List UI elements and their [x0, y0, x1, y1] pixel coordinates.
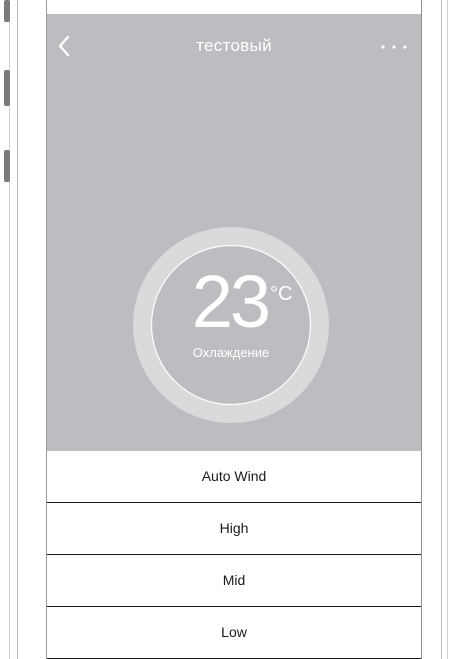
fan-option-low[interactable]: Low [47, 607, 421, 659]
more-button[interactable] [379, 40, 411, 54]
volume-down-button [4, 150, 10, 182]
mode-label: Охлаждение [192, 345, 270, 360]
bezel-line [441, 0, 442, 659]
bezel-line [447, 0, 448, 659]
app-screen: тестовый 23 °C Охлаждение Auto Wind High… [47, 0, 421, 659]
fan-option-high[interactable]: High [47, 503, 421, 555]
phone-frame: тестовый 23 °C Охлаждение Auto Wind High… [0, 0, 452, 659]
back-button[interactable] [53, 32, 77, 60]
volume-up-button [4, 70, 10, 106]
top-bar: тестовый [47, 14, 421, 76]
bezel-line [421, 0, 422, 659]
temperature-value: 23 [191, 260, 271, 343]
side-button [4, 0, 10, 22]
fan-speed-list: Auto Wind High Mid Low [47, 451, 421, 659]
temperature-unit: °C [270, 283, 293, 305]
more-horizontal-icon [381, 45, 407, 49]
page-title: тестовый [196, 36, 272, 55]
bezel-line [17, 0, 18, 659]
fan-option-auto-wind[interactable]: Auto Wind [47, 451, 421, 503]
chevron-left-icon [58, 35, 70, 57]
fan-option-mid[interactable]: Mid [47, 555, 421, 607]
